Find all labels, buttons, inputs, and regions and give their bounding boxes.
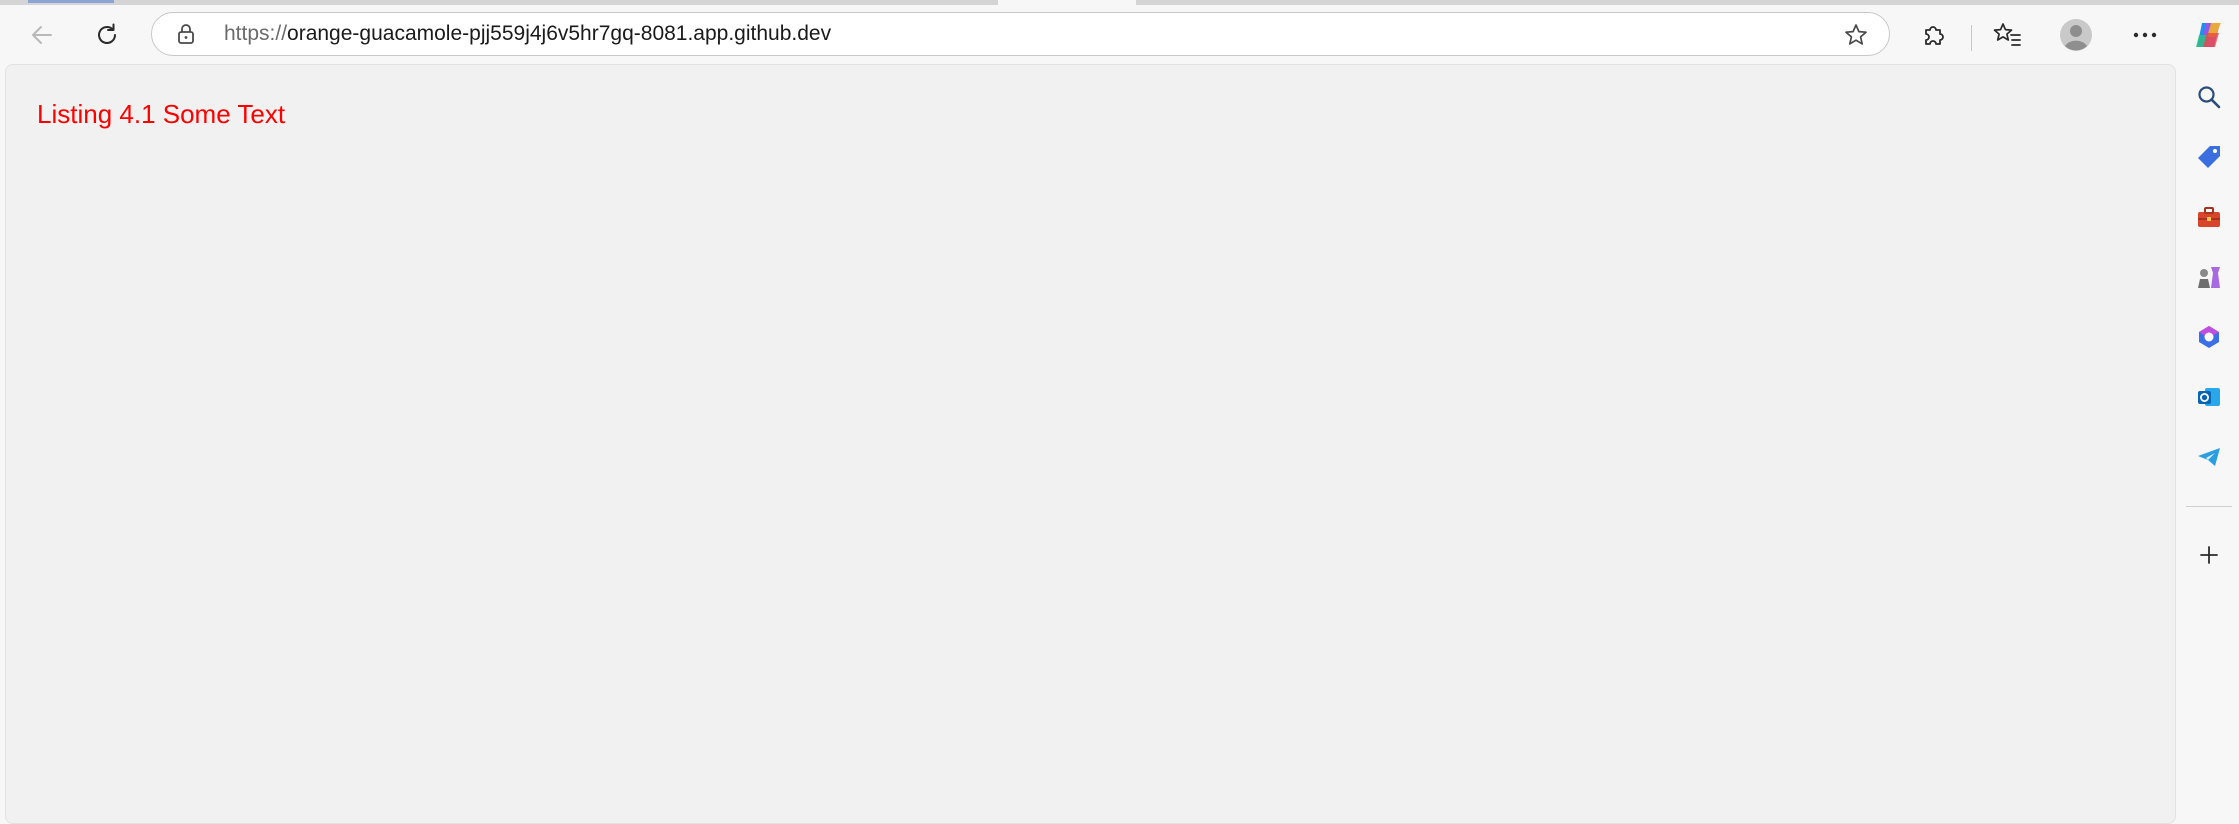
outlook-icon — [2198, 388, 2220, 406]
refresh-button[interactable] — [85, 13, 129, 57]
favorites-icon — [1993, 23, 2021, 46]
sidebar-tools-button[interactable] — [2189, 197, 2229, 237]
sidebar-search-button[interactable] — [2189, 77, 2229, 117]
search-icon — [2198, 86, 2221, 109]
add-icon — [2200, 546, 2218, 564]
refresh-icon — [98, 23, 116, 44]
tab-indicator — [28, 0, 114, 3]
profile-button[interactable] — [2054, 13, 2098, 57]
sidebar-m365-button[interactable] — [2189, 317, 2229, 357]
profile-icon — [2060, 19, 2092, 51]
page-heading: Listing 4.1 Some Text — [37, 99, 286, 129]
sidebar-add-button[interactable] — [2189, 535, 2229, 575]
lock-icon[interactable] — [176, 23, 196, 45]
tools-icon — [2198, 207, 2220, 227]
microsoft-365-icon — [2199, 326, 2219, 348]
page-viewport: Listing 4.1 Some Text — [5, 64, 2176, 824]
sidebar-games-button[interactable] — [2189, 257, 2229, 297]
url-scheme: https:// — [224, 22, 288, 45]
favorite-star-icon[interactable] — [1843, 22, 1869, 48]
sidebar-divider — [2186, 506, 2232, 507]
copilot-button[interactable] — [2187, 13, 2231, 57]
url-host: orange-guacamole-pjj559j4j6v5hr7gq-8081.… — [287, 22, 832, 45]
shopping-tag-icon — [2198, 146, 2220, 168]
favorites-button[interactable] — [1985, 13, 2029, 57]
toolbar-divider — [1971, 25, 1972, 51]
copilot-icon — [2196, 23, 2221, 47]
address-bar[interactable]: https://orange-guacamole-pjj559j4j6v5hr7… — [151, 12, 1890, 56]
sidebar-telegram-button[interactable] — [2189, 437, 2229, 477]
more-icon — [2133, 32, 2157, 38]
telegram-icon — [2198, 448, 2220, 466]
extensions-icon — [1925, 26, 1944, 45]
games-icon — [2198, 267, 2220, 288]
url-text[interactable]: https://orange-guacamole-pjj559j4j6v5hr7… — [224, 13, 831, 54]
sidebar-shopping-button[interactable] — [2189, 137, 2229, 177]
browser-toolbar: https://orange-guacamole-pjj559j4j6v5hr7… — [0, 5, 2239, 65]
back-button[interactable] — [20, 13, 64, 57]
more-button[interactable] — [2123, 13, 2167, 57]
edge-sidebar — [2179, 64, 2239, 807]
back-icon — [32, 26, 52, 44]
sidebar-outlook-button[interactable] — [2189, 377, 2229, 417]
extensions-button[interactable] — [1912, 13, 1956, 57]
